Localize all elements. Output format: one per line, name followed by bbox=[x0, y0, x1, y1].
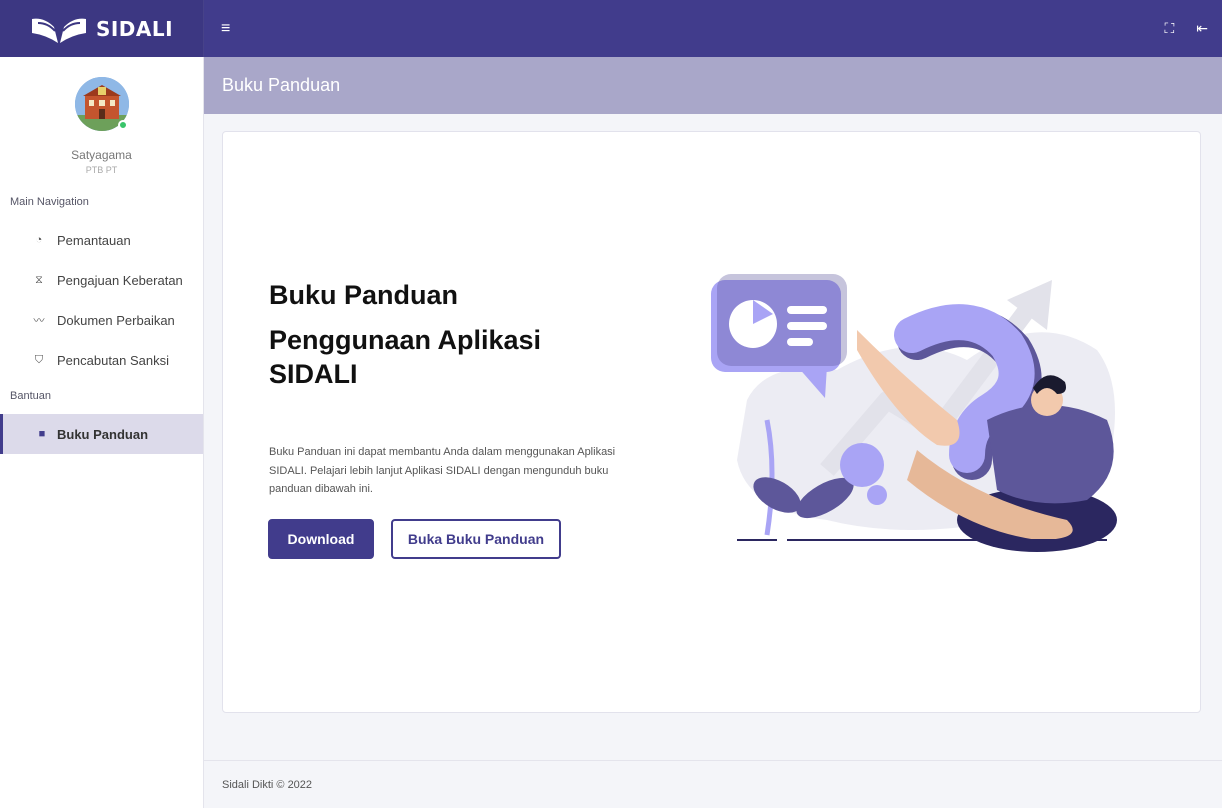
download-button[interactable]: Download bbox=[268, 519, 374, 559]
footer-text: Sidali Dikti © 2022 bbox=[222, 778, 313, 791]
sidebar-item-label: Buku Panduan bbox=[57, 426, 149, 442]
chart-line-icon: 〰 bbox=[33, 315, 45, 327]
footer: Sidali Dikti © 2022 bbox=[204, 760, 1222, 808]
user-role: PTB PT bbox=[85, 165, 118, 175]
shield-icon: ⛉ bbox=[34, 353, 44, 366]
nav-header-main: Main Navigation bbox=[10, 196, 89, 208]
hero-title: Buku Panduan bbox=[269, 280, 459, 310]
online-status-icon bbox=[117, 120, 128, 130]
top-navbar: SIDALI ≡ ⛶ ⇤ bbox=[0, 0, 1222, 57]
sidebar-item-label: Dokumen Perbaikan bbox=[57, 312, 175, 328]
hero-description: Buku Panduan ini dapat membantu Anda dal… bbox=[269, 446, 616, 495]
sidebar-item-dokumen-perbaikan[interactable]: 〰 Dokumen Perbaikan bbox=[0, 300, 203, 340]
help-illustration bbox=[711, 274, 1117, 552]
sidebar-item-pengajuan-keberatan[interactable]: ⧖ Pengajuan Keberatan bbox=[0, 260, 203, 300]
page-header: Buku Panduan bbox=[204, 57, 1222, 114]
sidebar: Satyagama PTB PT Main Navigation ◔ Peman… bbox=[0, 57, 204, 808]
open-guide-button[interactable]: Buka Buku Panduan bbox=[391, 519, 561, 559]
hero-subtitle: Penggunaan Aplikasi SIDALI bbox=[269, 325, 542, 389]
sidebar-item-label: Pemantauan bbox=[57, 232, 131, 248]
fullscreen-icon[interactable]: ⛶ bbox=[1164, 20, 1174, 37]
user-name: Satyagama bbox=[71, 148, 132, 162]
nav-header-bantuan: Bantuan bbox=[10, 390, 51, 402]
content-card: Buku Panduan Penggunaan Aplikasi SIDALI … bbox=[222, 131, 1201, 713]
sidebar-item-label: Pencabutan Sanksi bbox=[57, 352, 170, 368]
hourglass-icon: ⧖ bbox=[35, 273, 43, 286]
brand-logo[interactable]: SIDALI bbox=[0, 0, 204, 57]
avatar[interactable] bbox=[74, 77, 129, 131]
sidebar-item-pemantauan[interactable]: ◔ Pemantauan bbox=[0, 220, 203, 260]
sidali-logo-icon bbox=[31, 18, 86, 43]
sidebar-item-label: Pengajuan Keberatan bbox=[57, 272, 183, 288]
page-title: Buku Panduan bbox=[222, 75, 341, 95]
gauge-icon: ◔ bbox=[35, 234, 43, 246]
brand-name: SIDALI bbox=[95, 16, 174, 41]
menu-icon[interactable]: ≡ bbox=[221, 20, 230, 38]
sidebar-item-buku-panduan[interactable]: ■ Buku Panduan bbox=[0, 414, 203, 454]
book-icon: ■ bbox=[38, 428, 46, 440]
sidebar-item-pencabutan-sanksi[interactable]: ⛉ Pencabutan Sanksi bbox=[0, 340, 203, 380]
logout-icon[interactable]: ⇤ bbox=[1196, 20, 1208, 37]
